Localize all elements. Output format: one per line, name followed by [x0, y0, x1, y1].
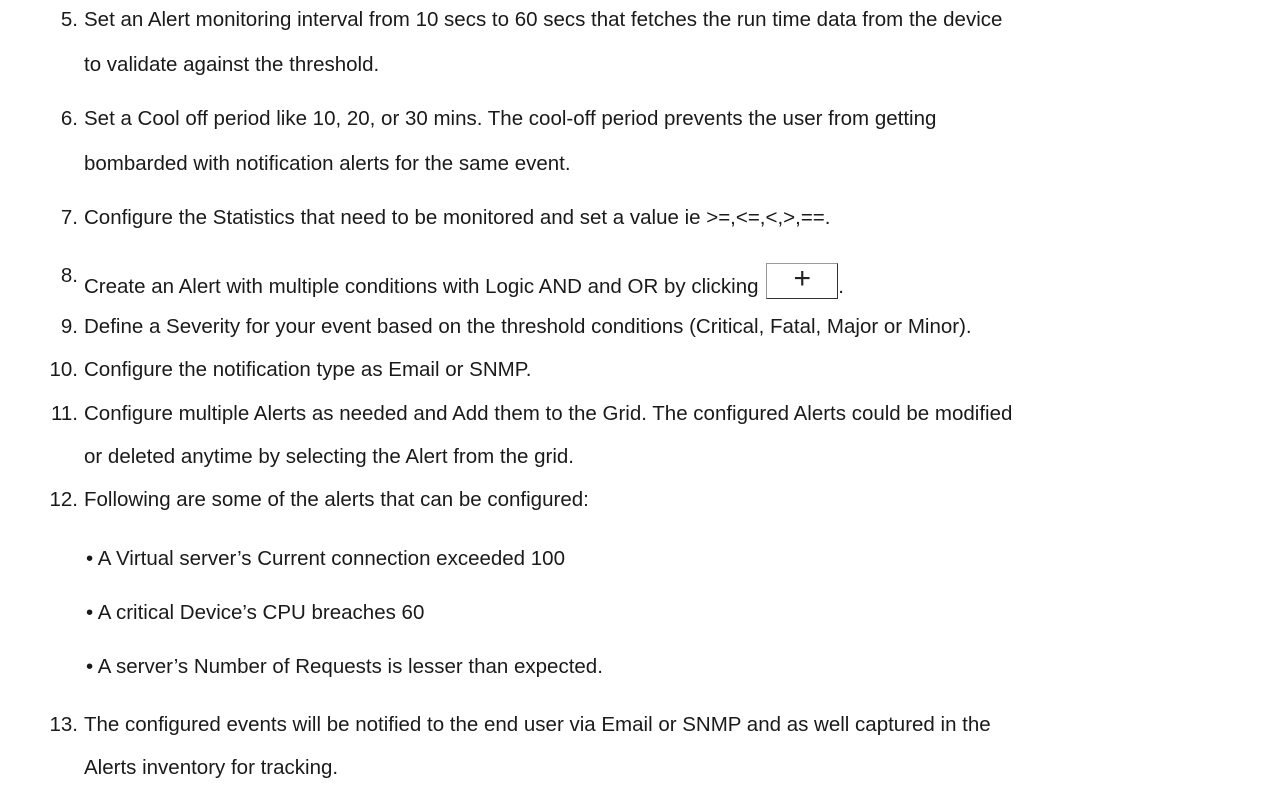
list-text-continued: bombarded with notification alerts for t… [84, 152, 571, 175]
list-text: Following are some of the alerts that ca… [84, 488, 589, 511]
add-condition-button[interactable]: + [766, 262, 839, 299]
list-number: 5. [60, 8, 78, 31]
list-text-continued: or deleted anytime by selecting the Aler… [84, 445, 574, 468]
list-text: Configure the notification type as Email… [84, 358, 532, 381]
list-number: 13. [49, 713, 79, 736]
plus-icon: + [793, 262, 812, 295]
document-page: { "items": [ {"num": "5.", "lines": ["Se… [0, 0, 1278, 795]
list-text: Configure multiple Alerts as needed and … [84, 402, 1013, 425]
list-text-continued: Alerts inventory for tracking. [84, 756, 339, 779]
list-number: 11. [51, 402, 78, 425]
list-number: 12. [49, 488, 79, 511]
list-text: Set an Alert monitoring interval from 10… [84, 8, 1003, 31]
bullet-item: • A server’s Number of Requests is lesse… [86, 655, 603, 678]
list-number: 6. [60, 107, 78, 130]
list-number: 9. [60, 315, 78, 338]
list-text: Define a Severity for your event based o… [84, 315, 972, 338]
list-text: The configured events will be notified t… [84, 713, 991, 736]
list-number: 8. [60, 264, 78, 287]
list-text: Configure the Statistics that need to be… [84, 206, 831, 229]
list-number: 10. [49, 358, 79, 381]
list-text: Set a Cool off period like 10, 20, or 30… [84, 107, 937, 130]
bullet-item: • A Virtual server’s Current connection … [86, 547, 565, 570]
list-text-continued: to validate against the threshold. [84, 53, 380, 76]
list-text: Create an Alert with multiple conditions… [84, 262, 844, 299]
list-number: 7. [60, 206, 78, 229]
bullet-item: • A critical Device’s CPU breaches 60 [86, 601, 425, 624]
